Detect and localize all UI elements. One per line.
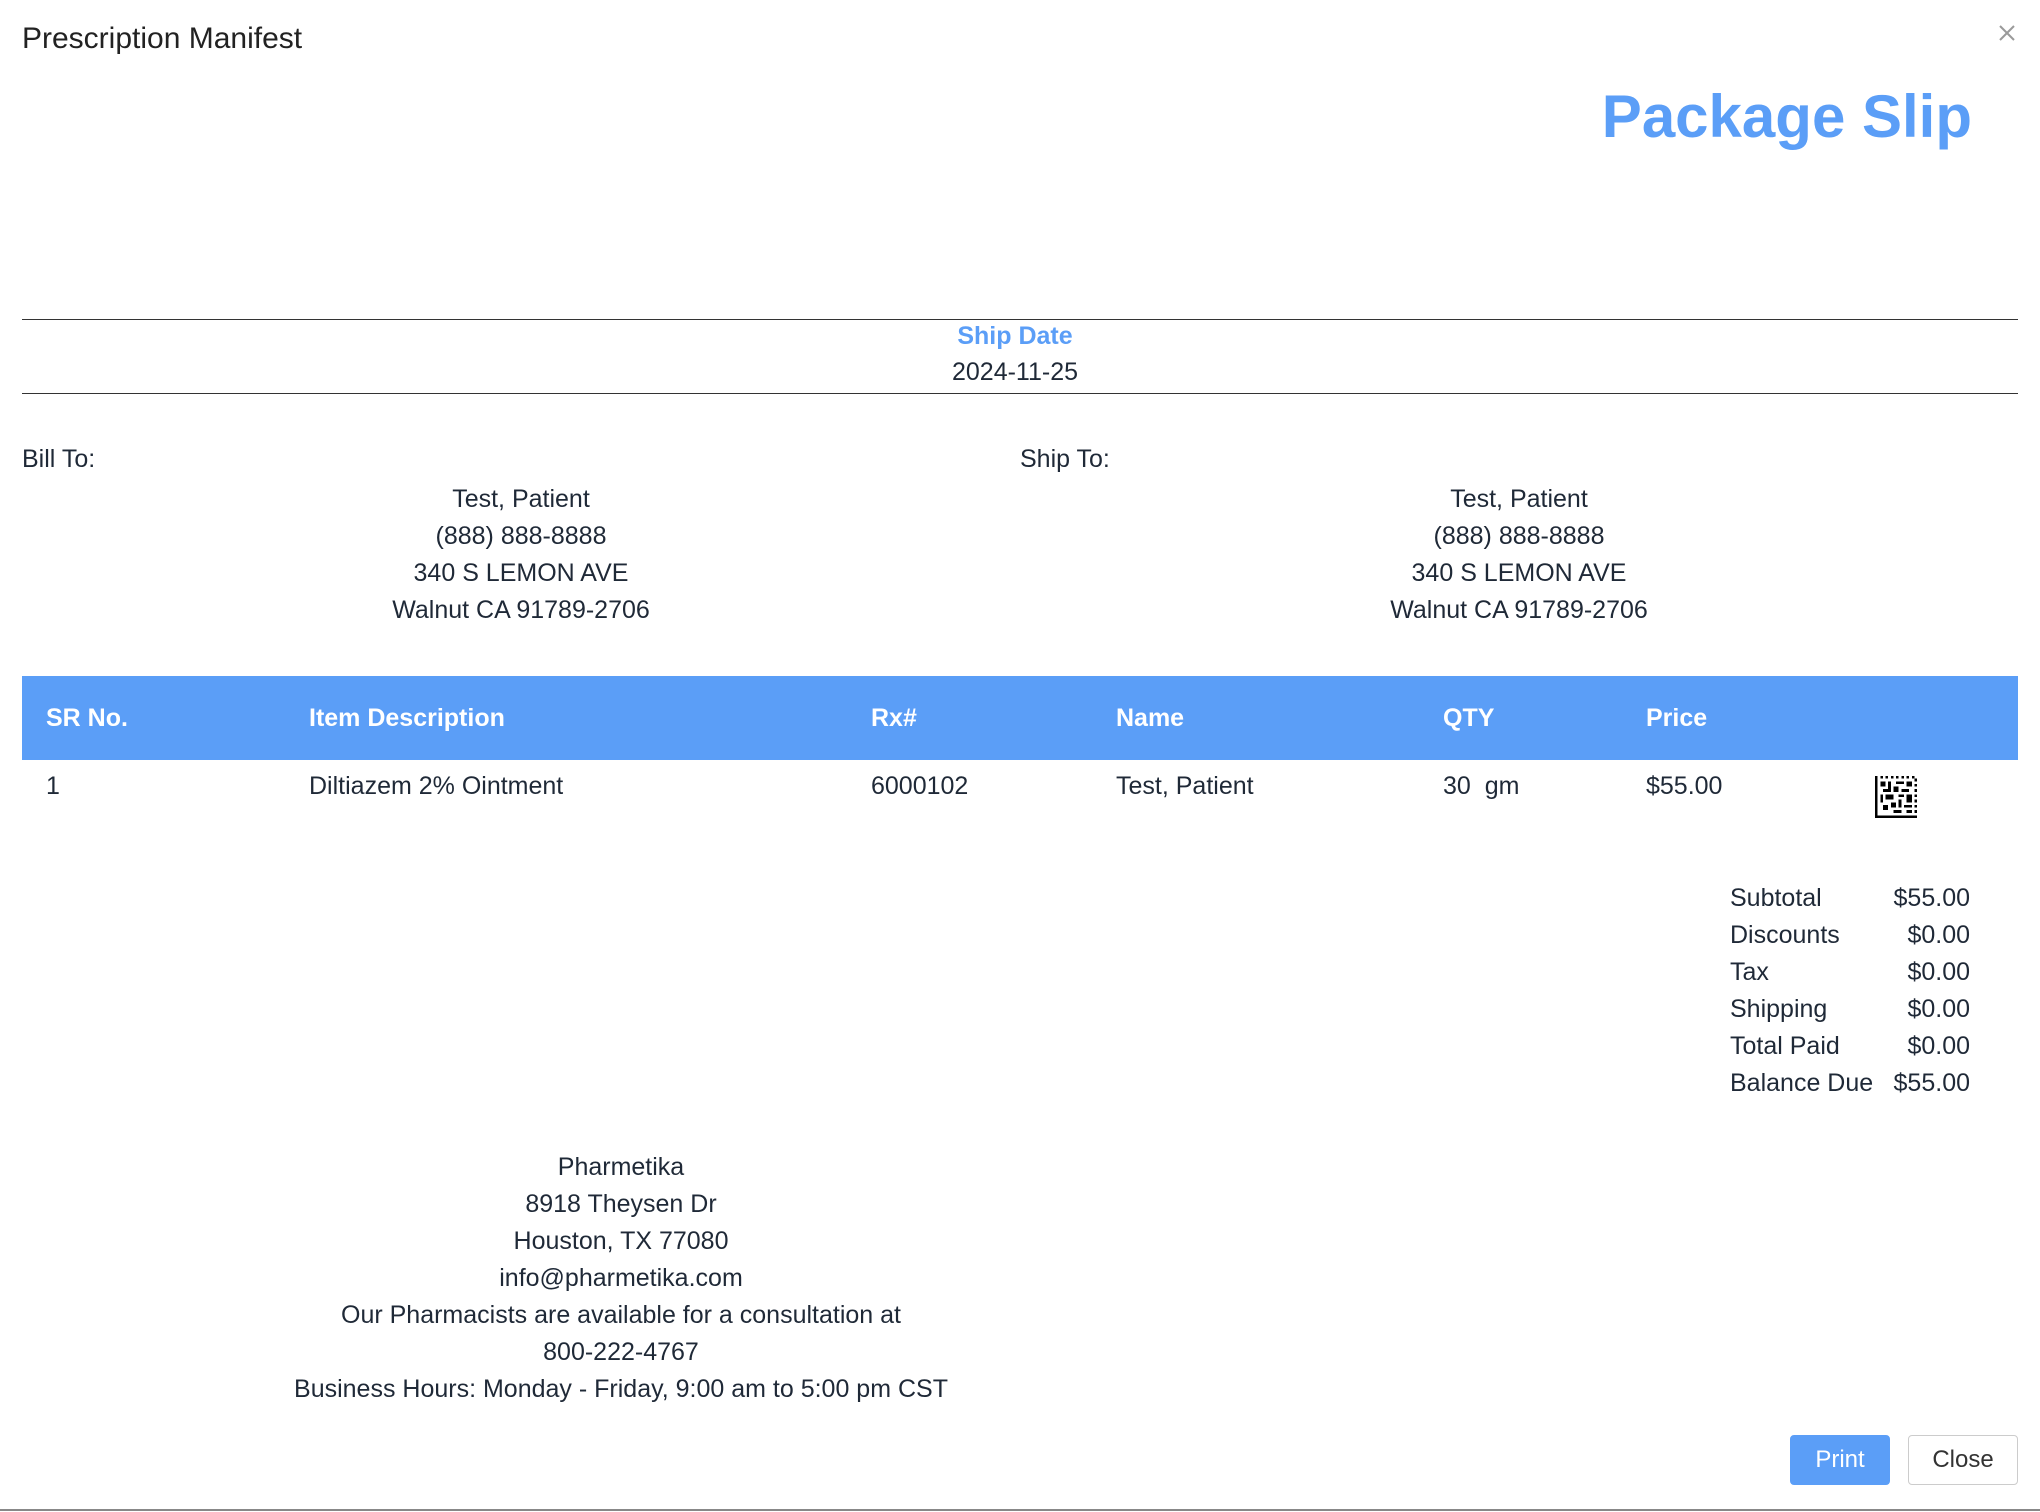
column-header-qty: QTY bbox=[1443, 704, 1495, 732]
divider bbox=[22, 393, 2018, 394]
bill-to-phone: (888) 888-8888 bbox=[435, 522, 607, 550]
tax-label: Tax bbox=[1730, 958, 1769, 986]
cell-name: Test, Patient bbox=[1116, 772, 1254, 800]
totals-row-tax: Tax $0.00 bbox=[1730, 954, 1970, 991]
company-street: 8918 Theysen Dr bbox=[525, 1190, 717, 1218]
column-header-rx: Rx# bbox=[871, 704, 917, 732]
totals-row-total-paid: Total Paid $0.00 bbox=[1730, 1028, 1970, 1065]
prescription-manifest-dialog: Prescription Manifest Package Slip Ship … bbox=[0, 0, 2040, 1512]
cell-item-description: Diltiazem 2% Ointment bbox=[309, 772, 564, 800]
cell-price: $55.00 bbox=[1646, 772, 1723, 800]
subtotal-value: $55.00 bbox=[1893, 884, 1970, 912]
company-phone: 800-222-4767 bbox=[543, 1338, 699, 1366]
totals-row-shipping: Shipping $0.00 bbox=[1730, 991, 1970, 1028]
dialog-bottom-edge bbox=[0, 1509, 2040, 1511]
divider bbox=[22, 319, 2018, 320]
cell-qty: 30 gm bbox=[1443, 772, 1520, 800]
column-header-price: Price bbox=[1646, 704, 1708, 732]
bill-to-street: 340 S LEMON AVE bbox=[413, 559, 629, 587]
cell-sr-no: 1 bbox=[46, 772, 60, 800]
total-paid-label: Total Paid bbox=[1730, 1032, 1840, 1060]
total-paid-value: $0.00 bbox=[1907, 1032, 1970, 1060]
totals-row-discounts: Discounts $0.00 bbox=[1730, 917, 1970, 954]
subtotal-label: Subtotal bbox=[1730, 884, 1822, 912]
totals-row-subtotal: Subtotal $55.00 bbox=[1730, 880, 1970, 917]
column-header-item-description: Item Description bbox=[309, 704, 505, 732]
bill-to-city: Walnut CA 91789-2706 bbox=[392, 596, 650, 624]
shipping-value: $0.00 bbox=[1907, 995, 1970, 1023]
totals-summary: Subtotal $55.00 Discounts $0.00 Tax $0.0… bbox=[1730, 880, 1970, 1102]
close-icon[interactable] bbox=[1992, 18, 2022, 48]
items-table-header: SR No. Item Description Rx# Name QTY Pri… bbox=[22, 676, 2018, 760]
bill-to-name: Test, Patient bbox=[452, 485, 590, 513]
print-button[interactable]: Print bbox=[1790, 1435, 1890, 1485]
ship-to-address: Test, Patient (888) 888-8888 340 S LEMON… bbox=[1020, 481, 2018, 629]
cell-rx: 6000102 bbox=[871, 772, 969, 800]
ship-date-label: Ship Date bbox=[957, 322, 1073, 350]
company-email: info@pharmetika.com bbox=[499, 1264, 743, 1292]
discounts-label: Discounts bbox=[1730, 921, 1840, 949]
balance-due-label: Balance Due bbox=[1730, 1069, 1874, 1097]
pharmacy-footer: Pharmetika 8918 Theysen Dr Houston, TX 7… bbox=[22, 1149, 1220, 1408]
bill-to-address: Test, Patient (888) 888-8888 340 S LEMON… bbox=[22, 481, 1020, 629]
consultation-line: Our Pharmacists are available for a cons… bbox=[341, 1301, 901, 1329]
ship-to-label: Ship To: bbox=[1020, 445, 1110, 473]
ship-to-city: Walnut CA 91789-2706 bbox=[1390, 596, 1648, 624]
balance-due-value: $55.00 bbox=[1893, 1069, 1970, 1097]
ship-date-value: 2024-11-25 bbox=[951, 358, 1079, 386]
column-header-name: Name bbox=[1116, 704, 1185, 732]
dialog-title: Prescription Manifest bbox=[22, 22, 303, 55]
ship-to-street: 340 S LEMON AVE bbox=[1411, 559, 1627, 587]
company-city: Houston, TX 77080 bbox=[513, 1227, 729, 1255]
ship-to-name: Test, Patient bbox=[1450, 485, 1588, 513]
totals-row-balance-due: Balance Due $55.00 bbox=[1730, 1065, 1970, 1102]
datamatrix-barcode-icon bbox=[1874, 776, 1918, 818]
company-name: Pharmetika bbox=[557, 1153, 685, 1181]
business-hours: Business Hours: Monday - Friday, 9:00 am… bbox=[294, 1375, 948, 1403]
discounts-value: $0.00 bbox=[1907, 921, 1970, 949]
shipping-label: Shipping bbox=[1730, 995, 1828, 1023]
column-header-sr-no: SR No. bbox=[46, 704, 128, 732]
tax-value: $0.00 bbox=[1907, 958, 1970, 986]
close-button[interactable]: Close bbox=[1908, 1435, 2018, 1485]
bill-to-label: Bill To: bbox=[22, 445, 96, 473]
ship-to-phone: (888) 888-8888 bbox=[1433, 522, 1605, 550]
package-slip-title: Package Slip bbox=[1601, 83, 1972, 150]
